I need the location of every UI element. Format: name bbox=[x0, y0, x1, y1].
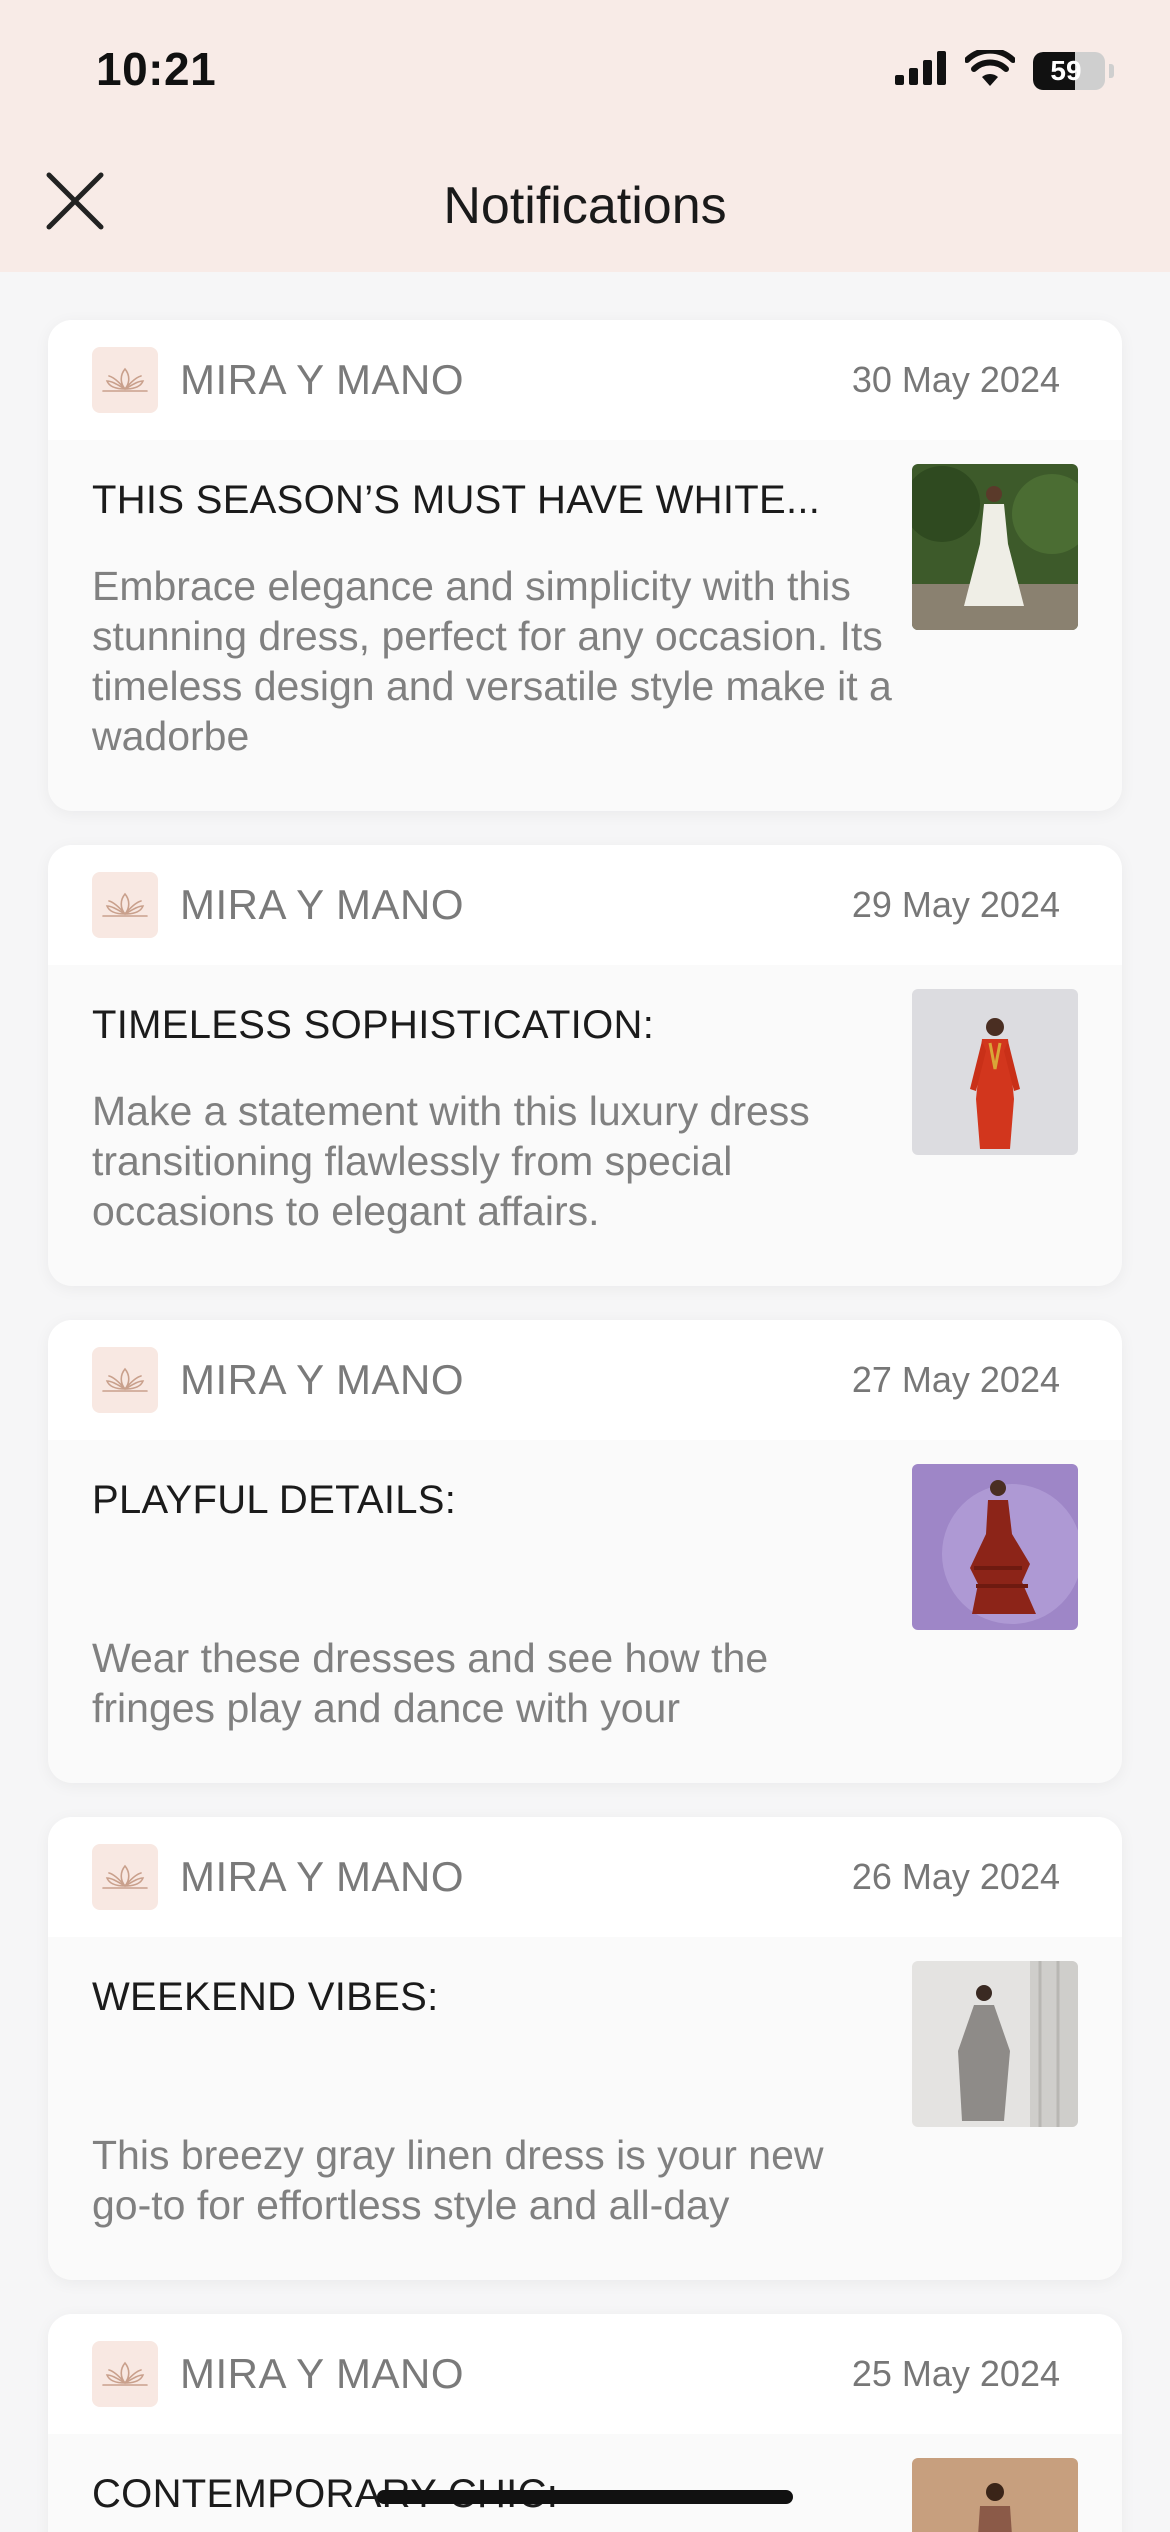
notification-date: 30 May 2024 bbox=[851, 359, 1060, 400]
top-bar: 10:21 59 Notifications bbox=[0, 0, 1170, 272]
battery-nub bbox=[1109, 63, 1114, 78]
signal-icon bbox=[895, 51, 947, 90]
notification-date: 27 May 2024 bbox=[851, 1359, 1060, 1400]
card-body: WEEKEND VIBES: This breezy gray linen dr… bbox=[48, 1937, 1122, 2280]
red-dress-photo bbox=[912, 989, 1078, 1155]
notification-card[interactable]: MIRA Y MANO 29 May 2024 TIMELESS SOPHIST… bbox=[48, 845, 1122, 1286]
brand-logo-icon bbox=[92, 347, 158, 413]
card-header: MIRA Y MANO 26 May 2024 bbox=[48, 1817, 1122, 1937]
notification-text: This breezy gray linen dress is your new… bbox=[92, 2132, 824, 2228]
fringe-dress-photo bbox=[912, 1464, 1078, 1630]
notification-date: 29 May 2024 bbox=[851, 884, 1060, 925]
brand-name: MIRA Y MANO bbox=[180, 2350, 465, 2397]
card-body: CONTEMPORARY CHIC: bbox=[48, 2434, 1122, 2532]
card-header: MIRA Y MANO 25 May 2024 bbox=[48, 2314, 1122, 2434]
notification-title: THIS SEASON’S MUST HAVE WHITE... bbox=[92, 478, 821, 522]
notification-card[interactable]: MIRA Y MANO 26 May 2024 WEEKEND VIBES: T… bbox=[48, 1817, 1122, 2280]
brand-name: MIRA Y MANO bbox=[180, 356, 465, 403]
notification-text: Wear these dresses and see how the fring… bbox=[92, 1635, 769, 1731]
page-title: Notifications bbox=[443, 177, 727, 235]
notification-card[interactable]: MIRA Y MANO 27 May 2024 PLAYFUL DETAILS:… bbox=[48, 1320, 1122, 1783]
notifications-list: MIRA Y MANO 30 May 2024 THIS SEASON’S MU… bbox=[48, 320, 1122, 2532]
card-header: MIRA Y MANO 27 May 2024 bbox=[48, 1320, 1122, 1440]
notification-date: 25 May 2024 bbox=[851, 2353, 1060, 2394]
brand-name: MIRA Y MANO bbox=[180, 1356, 465, 1403]
brand-logo-icon bbox=[92, 2341, 158, 2407]
brand-logo-icon bbox=[92, 1844, 158, 1910]
notification-text: Make a statement with this luxury dress … bbox=[92, 1088, 810, 1234]
card-header: MIRA Y MANO 30 May 2024 bbox=[48, 320, 1122, 440]
status-icons: 59 bbox=[895, 47, 1114, 91]
notification-text: Embrace elegance and simplicity with thi… bbox=[92, 563, 892, 759]
notification-title: PLAYFUL DETAILS: bbox=[92, 1478, 457, 1522]
battery-icon: 59 bbox=[1033, 51, 1105, 90]
card-body: TIMELESS SOPHISTICATION: Make a statemen… bbox=[48, 965, 1122, 1286]
white-dress-photo bbox=[912, 464, 1078, 630]
notification-date: 26 May 2024 bbox=[851, 1856, 1060, 1897]
gray-dress-photo bbox=[912, 1961, 1078, 2127]
notifications-screen: 10:21 59 Notifications MIRA Y MANO 30 Ma… bbox=[0, 0, 1170, 2532]
status-time: 10:21 bbox=[96, 43, 217, 95]
notification-title: WEEKEND VIBES: bbox=[92, 1975, 439, 2019]
brown-dress-photo bbox=[912, 2458, 1078, 2532]
notification-title: TIMELESS SOPHISTICATION: bbox=[92, 1003, 655, 1047]
brand-logo-icon bbox=[92, 1347, 158, 1413]
home-indicator bbox=[377, 2490, 793, 2504]
wifi-icon bbox=[964, 47, 1016, 91]
brand-name: MIRA Y MANO bbox=[180, 1853, 465, 1900]
card-body: PLAYFUL DETAILS: Wear these dresses and … bbox=[48, 1440, 1122, 1783]
card-header: MIRA Y MANO 29 May 2024 bbox=[48, 845, 1122, 965]
notification-card[interactable]: MIRA Y MANO 30 May 2024 THIS SEASON’S MU… bbox=[48, 320, 1122, 811]
brand-logo-icon bbox=[92, 872, 158, 938]
card-body: THIS SEASON’S MUST HAVE WHITE... Embrace… bbox=[48, 440, 1122, 811]
battery-level: 59 bbox=[1050, 54, 1082, 86]
brand-name: MIRA Y MANO bbox=[180, 881, 465, 928]
